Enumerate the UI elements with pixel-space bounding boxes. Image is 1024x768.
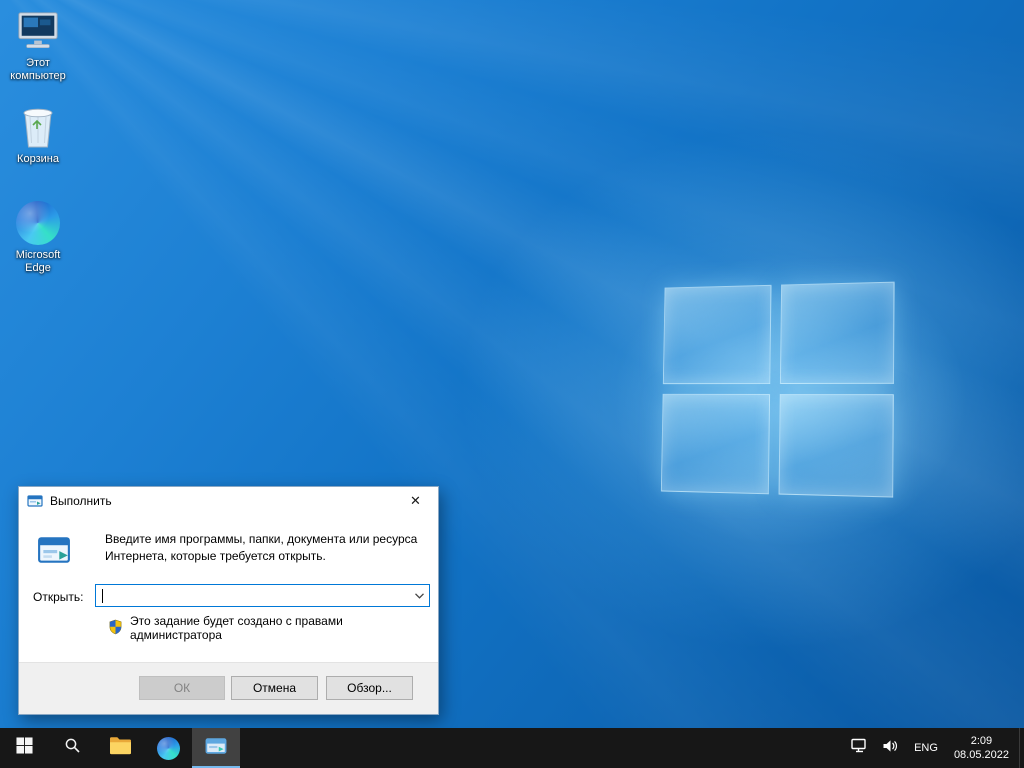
clock-time: 2:09 xyxy=(971,734,992,748)
show-desktop-button[interactable] xyxy=(1019,728,1024,768)
open-combobox xyxy=(95,584,430,607)
system-tray: ENG 2:09 08.05.2022 xyxy=(844,728,1024,768)
desktop-icon-microsoft-edge[interactable]: Microsoft Edge xyxy=(2,200,74,275)
windows-logo-wallpaper xyxy=(661,282,895,498)
taskbar-file-explorer-button[interactable] xyxy=(96,728,144,768)
open-input[interactable] xyxy=(96,585,409,606)
this-pc-icon xyxy=(15,8,61,54)
cancel-button[interactable]: Отмена xyxy=(231,676,318,700)
microsoft-edge-icon xyxy=(157,737,180,760)
search-icon xyxy=(64,737,81,759)
run-icon xyxy=(36,533,72,567)
windows-start-icon xyxy=(16,737,33,759)
desktop-icon-label: Этот компьютер xyxy=(3,57,73,83)
windows-logo-pane xyxy=(661,394,770,494)
run-dialog-title-icon xyxy=(27,493,43,509)
volume-tray-button[interactable] xyxy=(875,728,905,768)
desktop-icon-this-pc[interactable]: Этот компьютер xyxy=(2,8,74,83)
taskbar-search-button[interactable] xyxy=(48,728,96,768)
run-dialog-window: Выполнить ✕ Введите имя программы, папки… xyxy=(18,486,439,715)
desktop-icon-recycle-bin[interactable]: Корзина xyxy=(2,104,74,166)
run-dialog-titlebar[interactable]: Выполнить ✕ xyxy=(19,487,438,515)
file-explorer-icon xyxy=(109,736,132,760)
network-icon xyxy=(851,738,868,758)
desktop-icon-label: Корзина xyxy=(17,153,59,166)
taskbar-clock[interactable]: 2:09 08.05.2022 xyxy=(947,728,1019,768)
network-tray-button[interactable] xyxy=(844,728,875,768)
desktop-icon-label: Microsoft Edge xyxy=(3,249,73,275)
run-dialog-title: Выполнить xyxy=(50,494,112,508)
admin-note-row: Это задание будет создано с правами адми… xyxy=(108,614,438,642)
windows-logo-pane xyxy=(779,394,894,498)
windows-logo-pane xyxy=(780,282,895,384)
language-indicator[interactable]: ENG xyxy=(905,728,947,768)
recycle-bin-icon xyxy=(15,104,61,150)
run-dialog-description: Введите имя программы, папки, документа … xyxy=(105,531,437,565)
taskbar-edge-button[interactable] xyxy=(144,728,192,768)
close-icon[interactable]: ✕ xyxy=(393,487,438,515)
clock-date: 08.05.2022 xyxy=(954,748,1009,762)
text-caret xyxy=(102,589,103,603)
taskbar-run-dialog-button[interactable] xyxy=(192,728,240,768)
dialog-button-strip: ОК Отмена Обзор... xyxy=(19,662,438,714)
open-field-label: Открыть: xyxy=(33,590,83,604)
windows-logo-pane xyxy=(663,285,772,384)
start-button[interactable] xyxy=(0,728,48,768)
admin-note-text: Это задание будет создано с правами адми… xyxy=(130,614,438,642)
browse-button[interactable]: Обзор... xyxy=(326,676,413,700)
microsoft-edge-icon xyxy=(15,200,61,246)
ok-button[interactable]: ОК xyxy=(139,676,225,700)
run-icon xyxy=(205,735,227,762)
windows-desktop-screen: Этот компьютер Корзина Microsoft Edge xyxy=(0,0,1024,768)
volume-icon xyxy=(882,739,898,758)
taskbar: ENG 2:09 08.05.2022 xyxy=(0,728,1024,768)
chevron-down-icon[interactable] xyxy=(409,585,429,606)
uac-shield-icon xyxy=(108,619,123,638)
